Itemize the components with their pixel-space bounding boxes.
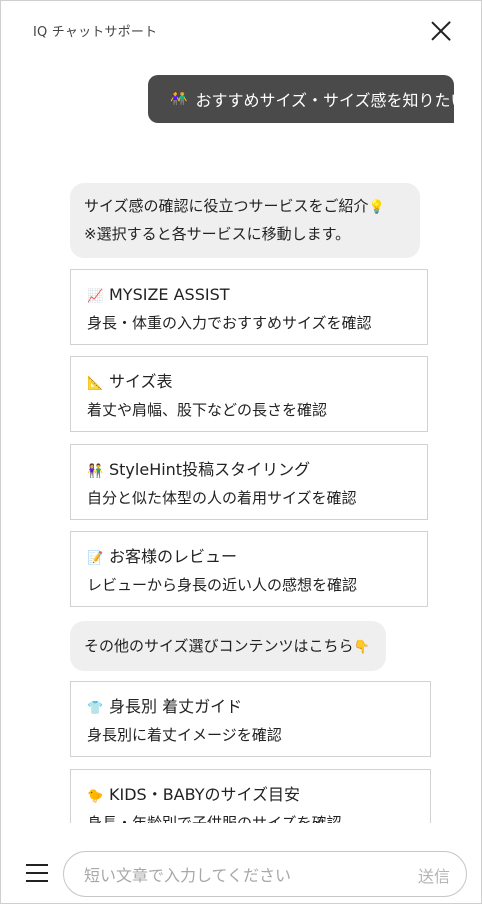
message-input[interactable] <box>82 862 386 888</box>
option-description: 身長・年齢別で子供服のサイズを確認 <box>87 814 342 823</box>
bot-message: その他のサイズ選びコンテンツはこちら👇 <box>70 621 386 671</box>
pointing-down-icon: 👇 <box>353 640 370 655</box>
option-title: 身長別 着丈ガイド <box>109 697 243 716</box>
message-input-wrapper: 送信 <box>63 851 467 897</box>
option-title: KIDS・BABYのサイズ目安 <box>109 785 301 804</box>
chat-footer: 送信 <box>1 823 481 903</box>
option-mysize-assist[interactable]: 📈 MYSIZE ASSIST 身長・体重の入力でおすすめサイズを確認 <box>70 269 428 345</box>
option-size-chart[interactable]: 📐 サイズ表 着丈や肩幅、股下などの長さを確認 <box>70 356 428 432</box>
option-title: StyleHint投稿スタイリング <box>109 460 311 479</box>
people-icon: 👫 <box>170 91 188 107</box>
tshirt-icon: 👕 <box>87 701 104 716</box>
send-button[interactable]: 送信 <box>418 863 450 887</box>
lightbulb-icon: 💡 <box>368 200 385 215</box>
people-icon: 👫 <box>87 464 104 479</box>
option-title: お客様のレビュー <box>109 547 238 566</box>
option-description: 自分と似た体型の人の着用サイズを確認 <box>87 489 357 507</box>
option-title: サイズ表 <box>109 372 173 391</box>
bot-message-line1: サイズ感の確認に役立つサービスをご紹介 <box>84 197 369 215</box>
option-reviews[interactable]: 📝 お客様のレビュー レビューから身長の近い人の感想を確認 <box>70 531 428 607</box>
chart-icon: 📈 <box>87 289 104 304</box>
bot-message: サイズ感の確認に役立つサービスをご紹介💡 ※選択すると各サービスに移動します。 <box>70 183 420 258</box>
user-message: 👫 おすすめサイズ・サイズ感を知りたい <box>148 75 466 123</box>
option-description: 身長別に着丈イメージを確認 <box>87 726 282 744</box>
option-title: MYSIZE ASSIST <box>109 285 230 304</box>
user-message-text: おすすめサイズ・サイズ感を知りたい <box>195 91 467 110</box>
chat-title: IQ チャットサポート <box>33 25 158 40</box>
option-description: 着丈や肩幅、股下などの長さを確認 <box>87 401 328 419</box>
bot-message-line2: ※選択すると各サービスに移動します。 <box>84 225 351 243</box>
option-description: 身長・体重の入力でおすすめサイズを確認 <box>87 314 372 332</box>
chat-header: IQ チャットサポート <box>1 1 481 61</box>
ruler-icon: 📐 <box>87 376 104 391</box>
memo-icon: 📝 <box>87 551 104 566</box>
close-icon[interactable] <box>427 17 455 45</box>
chick-icon: 🐤 <box>87 789 104 804</box>
bot-message-text: その他のサイズ選びコンテンツはこちら <box>84 637 354 655</box>
option-length-guide[interactable]: 👕 身長別 着丈ガイド 身長別に着丈イメージを確認 <box>70 681 431 757</box>
option-kids-baby-size[interactable]: 🐤 KIDS・BABYのサイズ目安 身長・年齢別で子供服のサイズを確認 <box>70 769 431 823</box>
menu-icon[interactable] <box>26 864 48 882</box>
option-description: レビューから身長の近い人の感想を確認 <box>87 576 358 594</box>
message-list[interactable]: 👫 おすすめサイズ・サイズ感を知りたい サイズ感の確認に役立つサービスをご紹介💡… <box>1 61 481 823</box>
chat-window: IQ チャットサポート 👫 おすすめサイズ・サイズ感を知りたい サイズ感の確認に… <box>0 0 482 904</box>
option-stylehint[interactable]: 👫 StyleHint投稿スタイリング 自分と似た体型の人の着用サイズを確認 <box>70 444 428 520</box>
